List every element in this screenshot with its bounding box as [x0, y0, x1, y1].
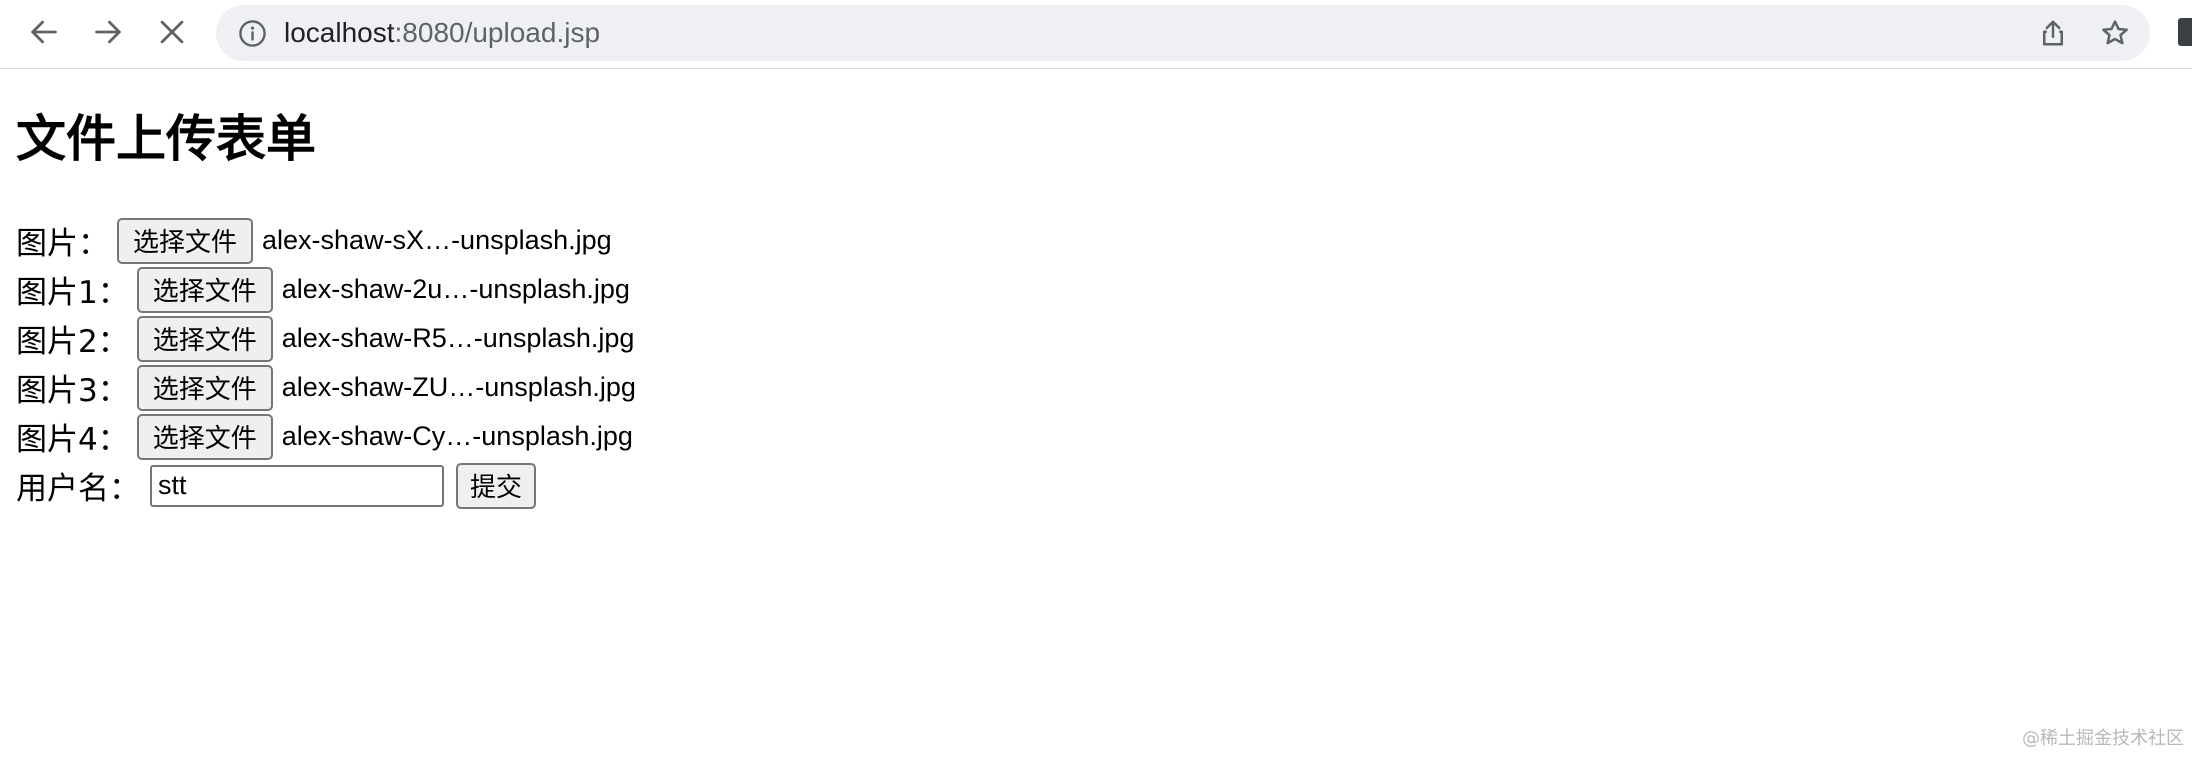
page-content: 文件上传表单 图片： 选择文件 alex-shaw-sX…-unsplash.j… — [16, 68, 2192, 758]
choose-file-button[interactable]: 选择文件 — [136, 266, 273, 313]
file-label: 图片3： — [16, 373, 129, 409]
selected-filename: alex-shaw-sX…-unsplash.jpg — [262, 225, 612, 255]
file-label: 图片1： — [16, 275, 129, 311]
choose-file-button[interactable]: 选择文件 — [136, 315, 273, 362]
selected-filename: alex-shaw-2u…-unsplash.jpg — [281, 274, 630, 304]
selected-filename: alex-shaw-ZU…-unsplash.jpg — [281, 372, 636, 402]
file-label: 图片： — [16, 226, 109, 262]
browser-toolbar: localhost:8080/upload.jsp — [0, 0, 2192, 69]
username-input[interactable]: stt — [150, 464, 444, 507]
file-row: 图片： 选择文件 alex-shaw-sX…-unsplash.jpg — [16, 216, 612, 265]
url-host: localhost — [284, 17, 395, 48]
site-info-icon[interactable] — [238, 19, 267, 48]
file-row: 图片4： 选择文件 alex-shaw-Cy…-unsplash.jpg — [16, 412, 633, 461]
choose-file-button[interactable]: 选择文件 — [117, 217, 254, 264]
username-row: 用户名： stt 提交 — [16, 461, 537, 510]
selected-filename: alex-shaw-R5…-unsplash.jpg — [281, 323, 635, 353]
choose-file-button[interactable]: 选择文件 — [136, 364, 273, 411]
watermark: @稀土掘金技术社区 — [2022, 728, 2184, 749]
stop-loading-icon[interactable] — [150, 10, 194, 54]
bookmark-star-icon[interactable] — [2100, 18, 2130, 48]
file-row: 图片3： 选择文件 alex-shaw-ZU…-unsplash.jpg — [16, 363, 636, 412]
page-title: 文件上传表单 — [16, 110, 316, 168]
file-label: 图片2： — [16, 324, 129, 360]
choose-file-button[interactable]: 选择文件 — [136, 413, 273, 460]
address-bar[interactable]: localhost:8080/upload.jsp — [216, 5, 2150, 61]
submit-button[interactable]: 提交 — [456, 462, 537, 509]
file-row: 图片2： 选择文件 alex-shaw-R5…-unsplash.jpg — [16, 314, 634, 363]
file-row: 图片1： 选择文件 alex-shaw-2u…-unsplash.jpg — [16, 265, 630, 314]
back-arrow-icon[interactable] — [22, 10, 66, 54]
forward-arrow-icon[interactable] — [86, 10, 130, 54]
selected-filename: alex-shaw-Cy…-unsplash.jpg — [281, 421, 633, 451]
url-text[interactable]: localhost:8080/upload.jsp — [284, 5, 600, 61]
share-icon[interactable] — [2038, 18, 2068, 48]
url-path: :8080/upload.jsp — [394, 17, 601, 48]
username-label: 用户名： — [16, 471, 140, 507]
file-label: 图片4： — [16, 422, 129, 458]
profile-icon[interactable] — [2178, 18, 2192, 46]
